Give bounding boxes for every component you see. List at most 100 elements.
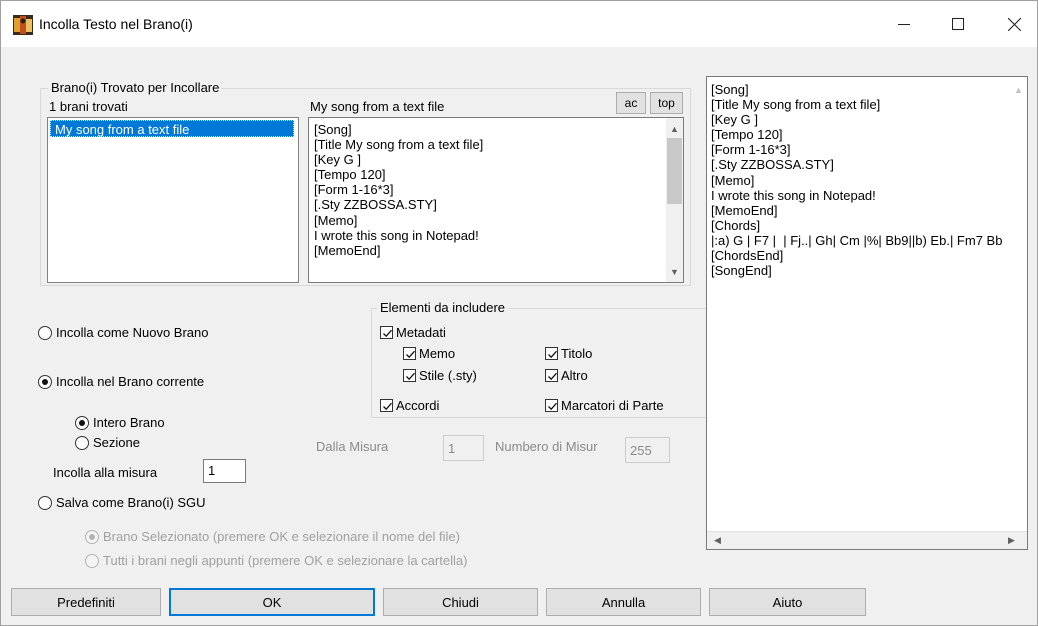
found-songs-list[interactable]: My song from a text file <box>47 117 299 283</box>
checkmark-icon <box>380 399 393 412</box>
checkmark-icon <box>545 369 558 382</box>
paste-at-bar-label: Incolla alla misura <box>53 465 158 480</box>
text-line: [Tempo 120] <box>711 127 783 143</box>
text-line: [Form 1-16*3] <box>711 142 791 158</box>
save-as-sgu-radio[interactable]: Salva come Brano(i) SGU <box>38 495 206 510</box>
part-markers-checkbox[interactable]: Marcatori di Parte <box>545 398 664 413</box>
text-line: [ChordsEnd] <box>711 248 784 264</box>
scrollbar-thumb[interactable] <box>667 138 682 204</box>
chords-checkbox[interactable]: Accordi <box>380 398 439 413</box>
text-line: [Song] <box>711 82 749 97</box>
defaults-button[interactable]: Predefiniti <box>11 588 161 616</box>
preview-line: [Key G ] <box>314 152 361 168</box>
text-line: |:a) G | F7 | | Fj..| Gh| Cm |%| Bb9||b)… <box>711 232 1003 248</box>
cancel-button[interactable]: Annulla <box>546 588 701 616</box>
scroll-up-icon[interactable]: ▲ <box>1010 81 1027 98</box>
songs-found-count: 1 brani trovati <box>49 99 128 114</box>
title-label: Titolo <box>561 346 593 361</box>
close-icon <box>1007 17 1021 31</box>
style-label: Stile (.sty) <box>419 368 477 383</box>
memo-label: Memo <box>419 346 456 361</box>
ac-button[interactable]: ac <box>616 92 646 114</box>
metadata-checkbox[interactable]: Metadati <box>380 325 446 340</box>
from-bar-input[interactable]: 1 <box>443 435 484 461</box>
radio-off-icon <box>38 325 52 340</box>
part-markers-label: Marcatori di Parte <box>561 398 664 413</box>
selected-song-label: Brano Selezionato (premere OK e selezion… <box>103 529 460 544</box>
all-songs-radio[interactable]: Tutti i brani negli appunti (premere OK … <box>85 553 467 568</box>
window-title: Incolla Testo nel Brano(i) <box>39 16 193 32</box>
preview-line: [Song] <box>314 122 352 137</box>
number-of-bars-input[interactable]: 255 <box>625 437 670 463</box>
preview-line: [MemoEnd] <box>314 242 381 258</box>
preview-textbox[interactable]: [Song] [Title My song from a text file] [K… <box>308 117 684 283</box>
scroll-down-icon[interactable]: ▼ <box>666 263 683 280</box>
preview-line: [Memo] <box>314 212 358 228</box>
preview-text: [Song] [Title My song from a text file] [K… <box>314 122 483 258</box>
horizontal-scrollbar[interactable]: ◀ ▶ <box>707 531 1027 549</box>
preview-line: [Form 1-16*3] <box>314 182 394 198</box>
radio-on-icon <box>85 529 99 544</box>
text-line: [.Sty ZZBOSSA.STY] <box>711 157 834 173</box>
radio-off-icon <box>85 553 99 568</box>
preview-song-title: My song from a text file <box>310 99 445 114</box>
paste-as-new-song-label: Incolla come Nuovo Brano <box>56 325 209 340</box>
number-of-bars-label: Numbero di Misur <box>495 439 598 454</box>
maximize-button[interactable] <box>935 1 981 47</box>
other-label: Altro <box>561 368 588 383</box>
paste-at-bar-input[interactable]: 1 <box>203 459 246 483</box>
dialog-window: Incolla Testo nel Brano(i) Brano(i) Trov… <box>0 0 1038 626</box>
title-bar: Incolla Testo nel Brano(i) <box>1 1 1037 47</box>
text-line: [Chords] <box>711 217 761 233</box>
ok-button[interactable]: OK <box>169 588 375 616</box>
found-songs-group-legend: Brano(i) Trovato per Incollare <box>48 80 223 95</box>
section-label: Sezione <box>93 435 140 450</box>
scroll-up-icon[interactable]: ▲ <box>666 120 683 137</box>
checkmark-icon <box>545 347 558 360</box>
scroll-left-icon[interactable]: ◀ <box>709 532 726 549</box>
whole-song-label: Intero Brano <box>93 415 165 430</box>
radio-on-icon <box>38 374 52 389</box>
band-in-a-box-app-icon <box>13 15 33 35</box>
include-elements-legend: Elementi da includere <box>377 300 509 315</box>
scroll-right-icon[interactable]: ▶ <box>1003 532 1020 549</box>
preview-scrollbar[interactable]: ▲ ▼ <box>666 118 683 282</box>
close-button[interactable]: Chiudi <box>383 588 538 616</box>
other-checkbox[interactable]: Altro <box>545 368 588 383</box>
checkmark-icon <box>380 326 393 339</box>
maximize-icon <box>952 18 964 30</box>
checkmark-icon <box>403 369 416 382</box>
text-line: [MemoEnd] <box>711 202 778 218</box>
text-line: [Title My song from a text file] <box>711 97 881 113</box>
help-button[interactable]: Aiuto <box>709 588 866 616</box>
full-text-panel[interactable]: [Song] [Title My song from a text file] [K… <box>706 76 1028 550</box>
chords-label: Accordi <box>396 398 440 413</box>
minimize-button[interactable] <box>881 1 927 47</box>
style-checkbox[interactable]: Stile (.sty) <box>403 368 477 383</box>
memo-checkbox[interactable]: Memo <box>403 346 455 361</box>
whole-song-radio[interactable]: Intero Brano <box>75 415 165 430</box>
text-line: I wrote this song in Notepad! <box>711 187 876 203</box>
radio-off-icon <box>38 495 52 510</box>
radio-on-icon <box>75 415 89 430</box>
all-songs-label: Tutti i brani negli appunti (premere OK … <box>103 553 468 568</box>
from-bar-label: Dalla Misura <box>316 439 389 454</box>
list-item-selected-song[interactable]: My song from a text file <box>50 120 294 137</box>
preview-line: I wrote this song in Notepad! <box>314 227 479 243</box>
close-window-button[interactable] <box>991 1 1037 47</box>
paste-as-new-song-radio[interactable]: Incolla come Nuovo Brano <box>38 325 208 340</box>
save-as-sgu-label: Salva come Brano(i) SGU <box>56 495 206 510</box>
radio-off-icon <box>75 435 89 450</box>
metadata-label: Metadati <box>396 325 446 340</box>
paste-current-song-radio[interactable]: Incolla nel Brano corrente <box>38 374 204 389</box>
checkmark-icon <box>545 399 558 412</box>
section-radio[interactable]: Sezione <box>75 435 140 450</box>
preview-line: [Tempo 120] <box>314 167 386 183</box>
title-checkbox[interactable]: Titolo <box>545 346 592 361</box>
text-line: [SongEnd] <box>711 263 772 279</box>
text-line: [Memo] <box>711 172 755 188</box>
preview-line: [Title My song from a text file] <box>314 137 484 153</box>
checkmark-icon <box>403 347 416 360</box>
selected-song-radio[interactable]: Brano Selezionato (premere OK e selezion… <box>85 529 460 544</box>
top-button[interactable]: top <box>650 92 683 114</box>
